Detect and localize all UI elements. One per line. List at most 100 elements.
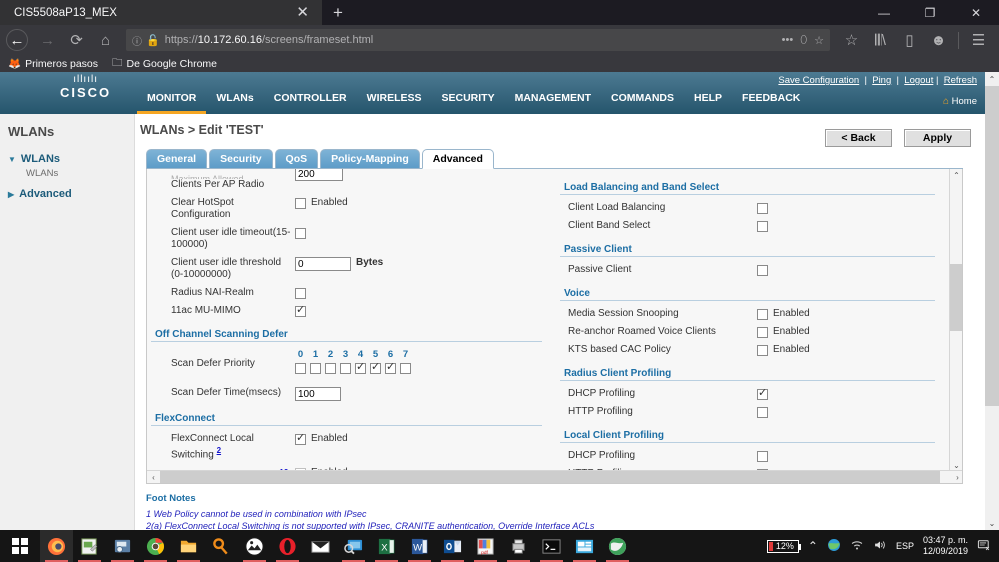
page-scroll-thumb[interactable] [985, 86, 999, 406]
browser-tab[interactable]: CIS5508aP13_MEX ✕ [0, 0, 322, 25]
clients-per-ap-radio-input[interactable] [295, 169, 343, 181]
tab-qos[interactable]: QoS [274, 149, 319, 168]
client-load-balancing-checkbox[interactable] [757, 203, 768, 214]
cisco-home-link[interactable]: ⌂ Home [943, 96, 977, 107]
home-icon[interactable]: ⌂ [91, 28, 120, 52]
flexconnect-local-switching-checkbox[interactable] [295, 432, 306, 445]
nav-feedback[interactable]: FEEDBACK [732, 88, 810, 114]
scroll-right-icon[interactable]: › [951, 471, 962, 483]
scan-defer-time-input[interactable] [295, 387, 341, 401]
scroll-left-icon[interactable]: ‹ [147, 471, 160, 483]
library-icon[interactable]: 𝄃𝄃\ [866, 28, 895, 52]
cisco-logo[interactable]: ıllıılı CISCO [60, 75, 111, 101]
hamburger-menu-icon[interactable]: ☰ [964, 28, 993, 52]
back-button[interactable]: < Back [825, 129, 892, 147]
bookmark-de-google-chrome[interactable]: 🗀 De Google Chrome [112, 55, 217, 73]
client-user-idle-timeout-checkbox[interactable] [295, 228, 306, 239]
insecure-lock-warning-icon[interactable]: 🔓 [146, 34, 160, 47]
re-anchor-roamed-voice-clients-checkbox[interactable] [757, 327, 768, 338]
radius-http-profiling-checkbox[interactable] [757, 407, 768, 418]
nav-wireless[interactable]: WIRELESS [357, 88, 432, 114]
nav-commands[interactable]: COMMANDS [601, 88, 684, 114]
account-icon[interactable]: ☻ [924, 28, 953, 52]
sidebar-item-wlans[interactable]: ▼ WLANs [8, 153, 134, 165]
11ac-mu-mimo-checkbox[interactable] [295, 304, 306, 317]
nav-wlans[interactable]: WLANs [206, 88, 263, 114]
save-to-pocket-icon[interactable]: ☆ [837, 28, 866, 52]
address-bar[interactable]: ⓘ 🔓 https://10.172.60.16/screens/framese… [126, 29, 830, 51]
scroll-up-icon[interactable]: ⌃ [950, 169, 962, 182]
page-scroll-down-icon[interactable]: ⌄ [985, 516, 999, 530]
apply-button[interactable]: Apply [904, 129, 971, 147]
minimize-icon[interactable]: — [861, 0, 907, 25]
sidebar-subitem-wlans[interactable]: WLANs [26, 168, 134, 179]
battery-indicator[interactable]: 12% [766, 539, 801, 553]
show-hidden-icons[interactable]: ⌃ [808, 539, 818, 553]
page-actions-icon[interactable]: ••• [782, 34, 794, 46]
taskbar-firefox-icon[interactable] [40, 530, 73, 562]
ping-link[interactable]: Ping [872, 75, 891, 86]
scan-defer-priority-2-checkbox[interactable] [325, 363, 336, 374]
nav-monitor[interactable]: MONITOR [137, 88, 207, 114]
panel-vertical-scrollbar[interactable]: ⌃ ⌄ [949, 169, 962, 472]
vertical-scroll-thumb[interactable] [950, 264, 962, 331]
maximize-icon[interactable]: ❐ [907, 0, 953, 25]
nav-security[interactable]: SECURITY [432, 88, 505, 114]
client-user-idle-threshold-input[interactable] [295, 257, 351, 271]
forward-icon[interactable]: → [33, 28, 62, 52]
taskbar-outlook-icon[interactable] [436, 530, 469, 562]
scan-defer-priority-4-checkbox[interactable] [355, 361, 366, 374]
taskbar-opera-icon[interactable] [271, 530, 304, 562]
scan-defer-priority-5-checkbox[interactable] [370, 361, 381, 374]
nav-help[interactable]: HELP [684, 88, 732, 114]
scan-defer-priority-3-checkbox[interactable] [340, 363, 351, 374]
save-configuration-link[interactable]: Save Configuration [778, 75, 859, 86]
refresh-link[interactable]: Refresh [944, 75, 977, 86]
pocket-icon[interactable]: ⬯ [800, 34, 807, 47]
taskbar-backup-icon[interactable] [106, 530, 139, 562]
radius-dhcp-profiling-checkbox[interactable] [757, 387, 768, 400]
windows-start-icon[interactable] [0, 530, 40, 562]
sidebar-item-advanced[interactable]: ▶ Advanced [8, 188, 134, 200]
taskbar-word-icon[interactable]: W [403, 530, 436, 562]
taskbar-remote-desktop-icon[interactable] [337, 530, 370, 562]
tab-security[interactable]: Security [209, 149, 273, 168]
taskbar-file-explorer-icon[interactable] [172, 530, 205, 562]
footnote-ref[interactable]: 2 [217, 446, 221, 455]
taskbar-printer-icon[interactable] [502, 530, 535, 562]
taskbar-terminal-icon[interactable] [535, 530, 568, 562]
panel-horizontal-scrollbar[interactable]: ‹ › [147, 470, 962, 483]
bookmark-star-icon[interactable]: ☆ [814, 34, 824, 47]
close-window-icon[interactable]: ✕ [953, 0, 999, 25]
page-vertical-scrollbar[interactable]: ⌃ ⌄ [985, 72, 999, 530]
clear-hotspot-checkbox[interactable] [295, 198, 306, 209]
nav-controller[interactable]: CONTROLLER [264, 88, 357, 114]
scan-defer-priority-7-checkbox[interactable] [400, 363, 411, 374]
taskbar-excel-icon[interactable]: X [370, 530, 403, 562]
taskbar-pdf-icon[interactable]: pdf [469, 530, 502, 562]
media-session-snooping-checkbox[interactable] [757, 309, 768, 320]
language-indicator[interactable]: ESP [896, 541, 914, 551]
bookmark-primeros-pasos[interactable]: 🦊 Primeros pasos [8, 57, 98, 71]
passive-client-checkbox[interactable] [757, 265, 768, 276]
kts-based-cac-policy-checkbox[interactable] [757, 345, 768, 356]
scan-defer-priority-1-checkbox[interactable] [310, 363, 321, 374]
back-icon[interactable]: ← [6, 29, 28, 51]
volume-icon[interactable] [873, 539, 887, 554]
taskbar-google-chrome-icon[interactable] [139, 530, 172, 562]
notifications-icon[interactable] [977, 539, 991, 554]
taskbar-image-viewer-icon[interactable] [238, 530, 271, 562]
tab-policy-mapping[interactable]: Policy-Mapping [320, 149, 420, 168]
sidebar-toggle-icon[interactable]: ▯ [895, 28, 924, 52]
taskbar-search-key-icon[interactable] [205, 530, 238, 562]
new-tab-icon[interactable]: + [322, 0, 354, 25]
horizontal-scroll-thumb[interactable] [160, 471, 940, 483]
taskbar-globe-icon[interactable] [601, 530, 634, 562]
scan-defer-priority-0-checkbox[interactable] [295, 363, 306, 374]
close-tab-icon[interactable]: ✕ [291, 5, 314, 20]
nav-management[interactable]: MANAGEMENT [505, 88, 601, 114]
taskbar-publisher-icon[interactable] [568, 530, 601, 562]
logout-link[interactable]: Logout [904, 75, 933, 86]
client-band-select-checkbox[interactable] [757, 221, 768, 232]
tab-advanced[interactable]: Advanced [421, 149, 494, 169]
